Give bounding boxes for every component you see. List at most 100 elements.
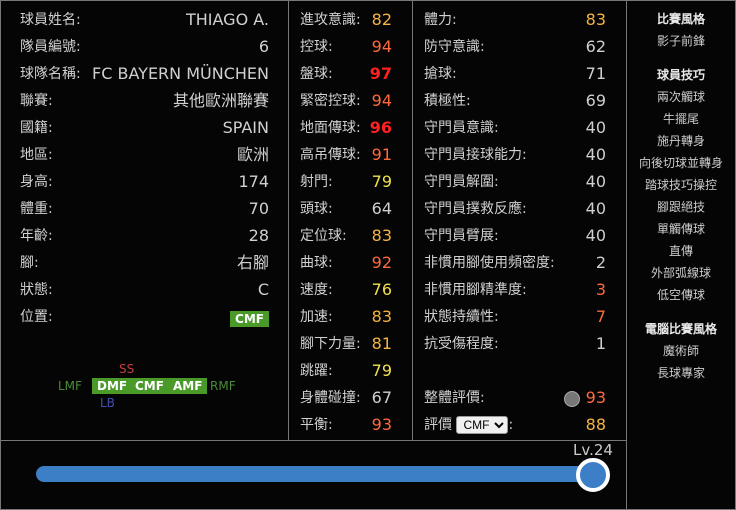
stat-value: 40 (585, 172, 606, 191)
stat-row: 曲球: 92 (300, 253, 392, 273)
style-item: 影子前鋒 (656, 34, 705, 48)
profile-label: 位置: (20, 309, 53, 325)
profile-row: 球員姓名: THIAGO A. (20, 10, 269, 30)
stat-row: 守門員解圍: 40 (424, 172, 606, 192)
stat-row: 非慣用腳使用頻密度: 2 (424, 253, 606, 273)
stat-value: 82 (371, 10, 392, 29)
stat-row: 搶球: 71 (424, 64, 606, 84)
rating-label: 評價 (424, 417, 452, 433)
stat-value: 1 (595, 334, 606, 353)
skill-item: 腳跟絕技 (656, 200, 705, 214)
stat-row: 守門員意識: 40 (424, 118, 606, 138)
profile-value: FC BAYERN MÜNCHEN (92, 64, 269, 83)
playing-styles: 比賽風格 影子前鋒 球員技巧 兩次觸球 牛擺尾 施丹轉身 向後切球並轉身 踏球技巧操控腳… (627, 8, 735, 384)
profile-value: THIAGO A. (185, 10, 269, 29)
stat-row: 非慣用腳精準度: 3 (424, 280, 606, 300)
profile-row: 國籍: SPAIN (20, 118, 269, 138)
stat-label: 非慣用腳使用頻密度: (424, 255, 555, 271)
skill-item: 踏球技巧操控 (644, 178, 717, 192)
profile-label: 體重: (20, 201, 53, 217)
profile-label: 球隊名稱: (20, 66, 81, 82)
profile-value: 歐洲 (236, 145, 269, 164)
stat-label: 加速: (300, 309, 333, 325)
position-amf: AMF (168, 378, 208, 394)
skill-item: 牛擺尾 (662, 112, 699, 126)
stat-label: 非慣用腳精準度: (424, 282, 527, 298)
stat-label: 守門員解圍: (424, 174, 499, 190)
stat-value: 40 (585, 226, 606, 245)
ai-style-item: 長球專家 (656, 366, 705, 380)
stat-value: 91 (371, 145, 392, 164)
stat-value: 62 (585, 37, 606, 56)
profile-value: 70 (248, 199, 269, 218)
profile-position-value: CMF (230, 308, 269, 329)
stat-value: 79 (371, 361, 392, 380)
profile-label: 年齡: (20, 228, 53, 244)
level-label: Lv.24 (573, 441, 613, 459)
rating-position-select[interactable]: CMF (456, 416, 509, 434)
profile-row: 體重: 70 (20, 199, 269, 219)
position-rmf: RMF (210, 379, 236, 393)
stat-row: 守門員接球能力: 40 (424, 145, 606, 165)
profile-row: 聯賽: 其他歐洲聯賽 (20, 91, 269, 111)
stat-value: 40 (585, 145, 606, 164)
ai-style-title: 電腦比賽風格 (644, 322, 717, 336)
stat-label: 防守意識: (424, 39, 485, 55)
stat-value: 92 (371, 253, 392, 272)
stat-value: 40 (585, 199, 606, 218)
stat-label: 搶球: (424, 66, 457, 82)
stat-label: 守門員意識: (424, 120, 499, 136)
profile-label: 聯賽: (20, 93, 53, 109)
stat-row: 守門員撲救反應: 40 (424, 199, 606, 219)
stat-row: 速度: 76 (300, 280, 392, 300)
skill-item: 施丹轉身 (656, 134, 705, 148)
stat-label: 守門員接球能力: (424, 147, 527, 163)
stat-label: 射門: (300, 174, 333, 190)
stat-value: 76 (371, 280, 392, 299)
profile-row: 腳: 右腳 (20, 253, 269, 273)
stat-row: 腳下力量: 81 (300, 334, 392, 354)
profile-row: 球隊名稱: FC BAYERN MÜNCHEN (20, 64, 269, 84)
stat-label: 定位球: (300, 228, 347, 244)
stat-label: 曲球: (300, 255, 333, 271)
stat-row: 頭球: 64 (300, 199, 392, 219)
stat-row: 控球: 94 (300, 37, 392, 57)
stat-label: 身體碰撞: (300, 390, 361, 406)
stat-value: 94 (371, 91, 392, 110)
stat-value: 40 (585, 118, 606, 137)
skill-item: 兩次觸球 (656, 90, 705, 104)
position-lb: LB (100, 396, 115, 410)
profile-value: C (257, 280, 269, 299)
stat-row: 盤球: 97 (300, 64, 392, 84)
stat-label: 平衡: (300, 417, 333, 433)
stat-label: 抗受傷程度: (424, 336, 499, 352)
stat-label: 守門員撲救反應: (424, 201, 527, 217)
stat-row: 防守意識: 62 (424, 37, 606, 57)
stat-value: 67 (371, 388, 392, 407)
profile-row: 地區: 歐洲 (20, 145, 269, 165)
stat-value: 69 (585, 91, 606, 110)
stat-row: 進攻意識: 82 (300, 10, 392, 30)
profile-row: 位置: CMF (20, 307, 269, 327)
stat-value: 2 (595, 253, 606, 272)
profile-value: 6 (258, 37, 269, 56)
stat-label: 積極性: (424, 93, 471, 109)
stat-row: 跳躍: 79 (300, 361, 392, 381)
stat-row: 守門員臂展: 40 (424, 226, 606, 246)
stat-label: 速度: (300, 282, 333, 298)
slider-track[interactable] (36, 466, 596, 482)
profile-row: 隊員編號: 6 (20, 37, 269, 57)
skills-title: 球員技巧 (656, 68, 705, 82)
profile-value: 28 (248, 226, 269, 245)
slider-thumb[interactable] (576, 458, 610, 492)
skill-item: 低空傳球 (656, 288, 705, 302)
stat-label: 腳下力量: (300, 336, 361, 352)
stat-label: 緊密控球: (300, 93, 361, 109)
stat-label: 跳躍: (300, 363, 333, 379)
profile-value: SPAIN (222, 118, 269, 137)
stat-row: 加速: 83 (300, 307, 392, 327)
stat-label: 地面傳球: (300, 120, 361, 136)
profile-row: 狀態: C (20, 280, 269, 300)
overall-rating: 整體評價: 93 (424, 388, 606, 408)
stat-value: 71 (585, 64, 606, 83)
